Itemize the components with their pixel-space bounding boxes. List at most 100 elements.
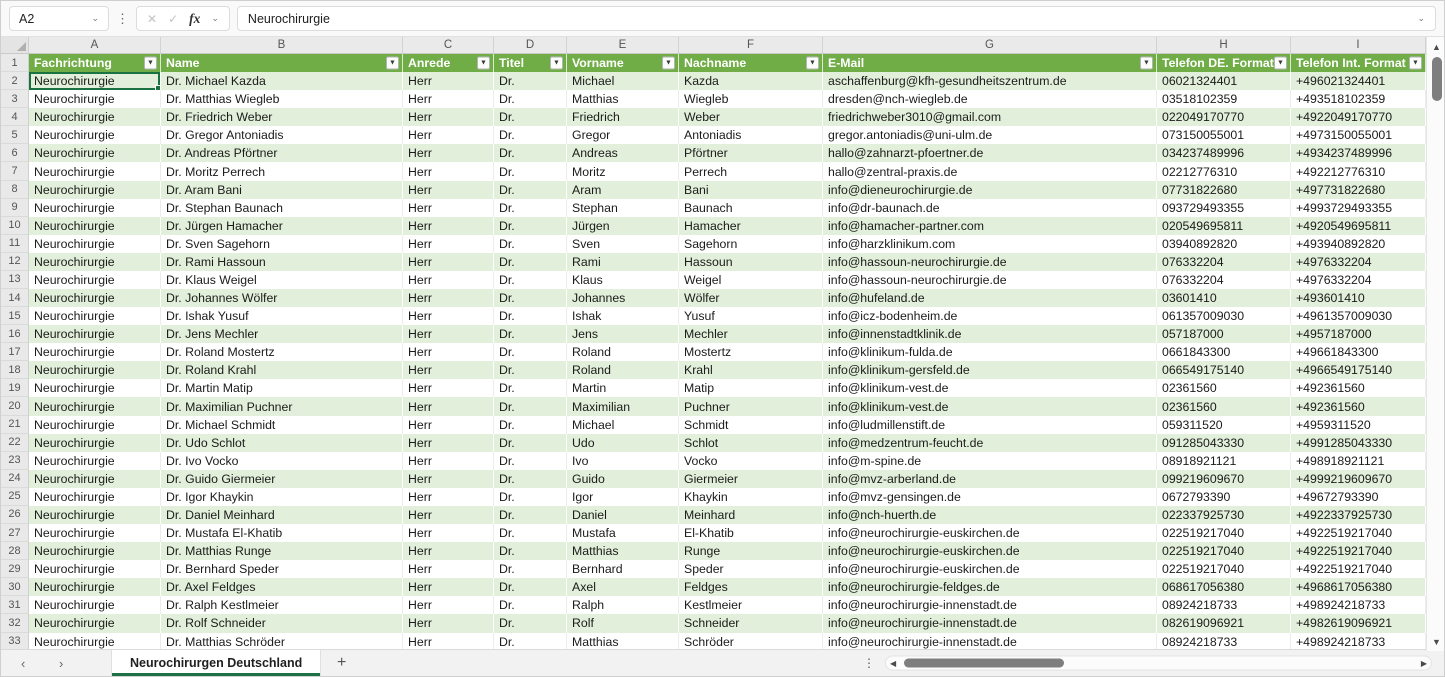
filter-button[interactable]: ▼ <box>386 57 399 70</box>
cell-A11[interactable]: Neurochirurgie <box>29 235 161 253</box>
cell-A18[interactable]: Neurochirurgie <box>29 361 161 379</box>
cell-I32[interactable]: +4982619096921 <box>1291 614 1426 632</box>
cell-B20[interactable]: Dr. Maximilian Puchner <box>161 397 403 415</box>
cell-C20[interactable]: Herr <box>403 397 494 415</box>
cell-I14[interactable]: +493601410 <box>1291 289 1426 307</box>
cell-G17[interactable]: info@klinikum-fulda.de <box>823 343 1157 361</box>
cell-B5[interactable]: Dr. Gregor Antoniadis <box>161 126 403 144</box>
cell-B3[interactable]: Dr. Matthias Wiegleb <box>161 90 403 108</box>
cell-F22[interactable]: Schlot <box>679 434 823 452</box>
cell-G25[interactable]: info@mvz-gensingen.de <box>823 488 1157 506</box>
sheet-tab-active[interactable]: Neurochirurgen Deutschland <box>111 650 321 676</box>
cell-F15[interactable]: Yusuf <box>679 307 823 325</box>
cell-G32[interactable]: info@neurochirurgie-innenstadt.de <box>823 614 1157 632</box>
cell-A27[interactable]: Neurochirurgie <box>29 524 161 542</box>
cell-G27[interactable]: info@neurochirurgie-euskirchen.de <box>823 524 1157 542</box>
cell-C7[interactable]: Herr <box>403 162 494 180</box>
cell-H16[interactable]: 057187000 <box>1157 325 1291 343</box>
row-header-25[interactable]: 25 <box>1 488 29 506</box>
cell-B23[interactable]: Dr. Ivo Vocko <box>161 452 403 470</box>
cell-D17[interactable]: Dr. <box>494 343 567 361</box>
vertical-scrollbar[interactable]: ▲ ▼ <box>1426 37 1445 651</box>
cell-D4[interactable]: Dr. <box>494 108 567 126</box>
cancel-entry-icon[interactable]: ✕ <box>147 12 157 26</box>
scroll-left-icon[interactable]: ◀ <box>890 659 896 668</box>
cell-I6[interactable]: +4934237489996 <box>1291 144 1426 162</box>
cell-A30[interactable]: Neurochirurgie <box>29 578 161 596</box>
cell-B30[interactable]: Dr. Axel Feldges <box>161 578 403 596</box>
cell-B11[interactable]: Dr. Sven Sagehorn <box>161 235 403 253</box>
cell-H28[interactable]: 022519217040 <box>1157 542 1291 560</box>
cell-E26[interactable]: Daniel <box>567 506 679 524</box>
row-header-3[interactable]: 3 <box>1 90 29 108</box>
row-header-9[interactable]: 9 <box>1 199 29 217</box>
cell-E29[interactable]: Bernhard <box>567 560 679 578</box>
sheet-nav-right-icon[interactable]: › <box>59 650 63 676</box>
cell-D32[interactable]: Dr. <box>494 614 567 632</box>
filter-button[interactable]: ▼ <box>662 57 675 70</box>
row-header-30[interactable]: 30 <box>1 578 29 596</box>
cell-B25[interactable]: Dr. Igor Khaykin <box>161 488 403 506</box>
row-header-26[interactable]: 26 <box>1 506 29 524</box>
cell-D23[interactable]: Dr. <box>494 452 567 470</box>
cell-E33[interactable]: Matthias <box>567 633 679 651</box>
cell-G4[interactable]: friedrichweber3010@gmail.com <box>823 108 1157 126</box>
cell-E5[interactable]: Gregor <box>567 126 679 144</box>
cell-F32[interactable]: Schneider <box>679 614 823 632</box>
row-header-32[interactable]: 32 <box>1 614 29 632</box>
cell-G8[interactable]: info@dieneurochirurgie.de <box>823 181 1157 199</box>
cell-D26[interactable]: Dr. <box>494 506 567 524</box>
cell-H29[interactable]: 022519217040 <box>1157 560 1291 578</box>
cell-I3[interactable]: +493518102359 <box>1291 90 1426 108</box>
cell-I20[interactable]: +492361560 <box>1291 397 1426 415</box>
row-header-33[interactable]: 33 <box>1 633 29 651</box>
cell-G30[interactable]: info@neurochirurgie-feldges.de <box>823 578 1157 596</box>
header-cell-C1[interactable]: Anrede▼ <box>403 54 494 72</box>
formula-input[interactable]: Neurochirurgie ⌄ <box>237 6 1436 31</box>
cell-F2[interactable]: Kazda <box>679 72 823 90</box>
cell-D31[interactable]: Dr. <box>494 596 567 614</box>
cell-G26[interactable]: info@nch-huerth.de <box>823 506 1157 524</box>
cell-A29[interactable]: Neurochirurgie <box>29 560 161 578</box>
cell-H17[interactable]: 0661843300 <box>1157 343 1291 361</box>
cell-D8[interactable]: Dr. <box>494 181 567 199</box>
row-header-12[interactable]: 12 <box>1 253 29 271</box>
column-header-C[interactable]: C <box>403 37 494 53</box>
cell-E16[interactable]: Jens <box>567 325 679 343</box>
cell-D16[interactable]: Dr. <box>494 325 567 343</box>
cell-C30[interactable]: Herr <box>403 578 494 596</box>
cell-I24[interactable]: +4999219609670 <box>1291 470 1426 488</box>
cell-E30[interactable]: Axel <box>567 578 679 596</box>
cell-B17[interactable]: Dr. Roland Mostertz <box>161 343 403 361</box>
cell-E14[interactable]: Johannes <box>567 289 679 307</box>
cell-C12[interactable]: Herr <box>403 253 494 271</box>
cell-C9[interactable]: Herr <box>403 199 494 217</box>
cell-C27[interactable]: Herr <box>403 524 494 542</box>
cell-D13[interactable]: Dr. <box>494 271 567 289</box>
cell-H23[interactable]: 08918921121 <box>1157 452 1291 470</box>
filter-button[interactable]: ▼ <box>550 57 563 70</box>
cell-H32[interactable]: 082619096921 <box>1157 614 1291 632</box>
cell-A33[interactable]: Neurochirurgie <box>29 633 161 651</box>
cell-F31[interactable]: Kestlmeier <box>679 596 823 614</box>
cell-F25[interactable]: Khaykin <box>679 488 823 506</box>
cell-F4[interactable]: Weber <box>679 108 823 126</box>
cell-E6[interactable]: Andreas <box>567 144 679 162</box>
header-cell-B1[interactable]: Name▼ <box>161 54 403 72</box>
cell-B27[interactable]: Dr. Mustafa El-Khatib <box>161 524 403 542</box>
filter-button[interactable]: ▼ <box>1274 57 1287 70</box>
filter-button[interactable]: ▼ <box>1409 57 1422 70</box>
cell-D6[interactable]: Dr. <box>494 144 567 162</box>
cell-E28[interactable]: Matthias <box>567 542 679 560</box>
row-header-2[interactable]: 2 <box>1 72 29 90</box>
row-header-16[interactable]: 16 <box>1 325 29 343</box>
cell-D22[interactable]: Dr. <box>494 434 567 452</box>
cell-C5[interactable]: Herr <box>403 126 494 144</box>
cell-F26[interactable]: Meinhard <box>679 506 823 524</box>
cell-C25[interactable]: Herr <box>403 488 494 506</box>
cell-E32[interactable]: Rolf <box>567 614 679 632</box>
cell-B26[interactable]: Dr. Daniel Meinhard <box>161 506 403 524</box>
cell-E12[interactable]: Rami <box>567 253 679 271</box>
cell-H18[interactable]: 066549175140 <box>1157 361 1291 379</box>
confirm-entry-icon[interactable]: ✓ <box>168 12 178 26</box>
